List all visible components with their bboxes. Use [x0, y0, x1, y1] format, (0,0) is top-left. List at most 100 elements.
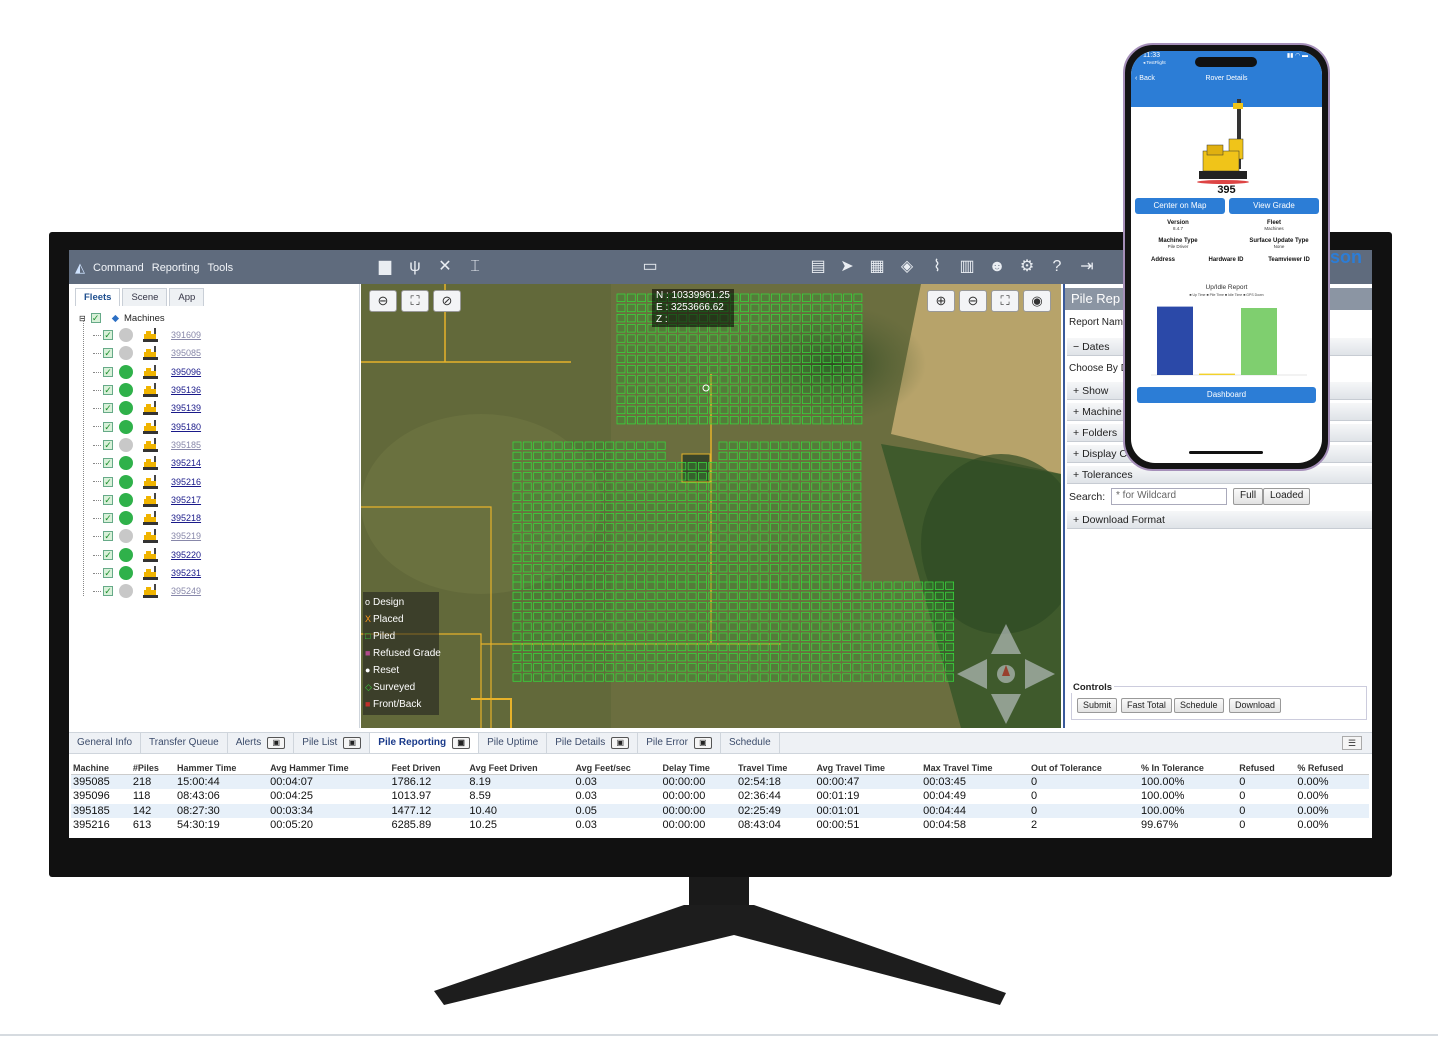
- machine-id-link[interactable]: 395220: [171, 550, 201, 560]
- menu-tools[interactable]: Tools: [207, 262, 233, 274]
- tree-machine-row[interactable]: ✓ 395214: [79, 454, 349, 472]
- tab-app[interactable]: App: [169, 288, 205, 306]
- machine-id-link[interactable]: 395096: [171, 367, 201, 377]
- machine-id-link[interactable]: 395139: [171, 403, 201, 413]
- zoom-out-circle-button[interactable]: ⊖: [369, 290, 397, 312]
- machine-id-link[interactable]: 395214: [171, 458, 201, 468]
- tab-pile-list[interactable]: Pile List ▣: [294, 733, 371, 753]
- view-grade-button[interactable]: View Grade: [1229, 198, 1319, 214]
- tab-scene[interactable]: Scene: [122, 288, 168, 306]
- machine-id-link[interactable]: 395136: [171, 385, 201, 395]
- tree-machine-row[interactable]: ✓ 395216: [79, 472, 349, 490]
- popout-icon[interactable]: ▣: [267, 737, 286, 749]
- send-icon[interactable]: ➤: [836, 256, 858, 278]
- root-checkbox[interactable]: ✓: [90, 313, 101, 323]
- machine-checkbox[interactable]: ✓: [103, 458, 113, 469]
- machine-checkbox[interactable]: ✓: [103, 403, 113, 414]
- machine-id-link[interactable]: 395085: [171, 348, 201, 358]
- tab-transfer-queue[interactable]: Transfer Queue: [141, 733, 228, 753]
- tab-pile-details[interactable]: Pile Details ▣: [547, 733, 639, 753]
- fast-total-button[interactable]: Fast Total: [1121, 698, 1172, 713]
- tree-machine-row[interactable]: ✓ 395219: [79, 527, 349, 545]
- column-header[interactable]: Avg Travel Time: [814, 762, 922, 775]
- menu-command[interactable]: Command: [93, 262, 144, 274]
- table-row[interactable]: 395085 218 15:00:44 00:04:07 1786.12 8.19 0.03…: [71, 774, 1369, 789]
- dashboard-button[interactable]: Dashboard: [1137, 387, 1316, 403]
- column-header[interactable]: Avg Feet/sec: [573, 762, 661, 775]
- users-icon[interactable]: ☻: [986, 256, 1008, 278]
- tab-general-info[interactable]: General Info: [69, 733, 142, 753]
- gear-icon[interactable]: ⚙: [1016, 256, 1038, 278]
- column-header[interactable]: Hammer Time: [174, 762, 269, 775]
- column-header[interactable]: % In Tolerance: [1139, 762, 1238, 775]
- machine-id-link[interactable]: 395249: [171, 586, 201, 596]
- tree-machine-row[interactable]: ✓ 391609: [79, 326, 349, 344]
- table-row[interactable]: 395185 142 08:27:30 00:03:34 1477.12 10.40 0.0…: [71, 803, 1369, 818]
- tab-pile-uptime[interactable]: Pile Uptime: [479, 733, 548, 753]
- zoom-in-button[interactable]: ⊕: [927, 290, 955, 312]
- machine-checkbox[interactable]: ✓: [103, 513, 113, 524]
- tab-schedule[interactable]: Schedule: [721, 733, 780, 753]
- tree-machine-row[interactable]: ✓ 395249: [79, 582, 349, 600]
- column-header[interactable]: % Refused: [1295, 762, 1369, 775]
- tab-pile-reporting[interactable]: Pile Reporting ▣: [370, 733, 480, 753]
- machine-checkbox[interactable]: ✓: [103, 348, 113, 359]
- machine-checkbox[interactable]: ✓: [103, 586, 113, 597]
- help-icon[interactable]: ?: [1046, 256, 1068, 278]
- search-input[interactable]: * for Wildcard: [1111, 488, 1227, 505]
- tree-machine-row[interactable]: ✓ 395136: [79, 381, 349, 399]
- section-download-format[interactable]: + Download Format: [1067, 511, 1372, 529]
- machine-checkbox[interactable]: ✓: [103, 439, 113, 450]
- loaded-button[interactable]: Loaded: [1263, 488, 1311, 505]
- table-row[interactable]: 395216 613 54:30:19 00:05:20 6285.89 10.25 0.0…: [71, 818, 1369, 833]
- column-header[interactable]: Delay Time: [660, 762, 737, 775]
- machine-id-link[interactable]: 395219: [171, 531, 201, 541]
- usb-icon[interactable]: ψ: [404, 256, 426, 278]
- tree-machine-row[interactable]: ✓ 395085: [79, 344, 349, 362]
- schedule-button[interactable]: Schedule: [1174, 698, 1224, 713]
- tree-machine-row[interactable]: ✓ 395139: [79, 399, 349, 417]
- fullscreen-button[interactable]: ⛶: [401, 290, 429, 312]
- machine-checkbox[interactable]: ✓: [103, 385, 113, 396]
- machine-id-link[interactable]: 391609: [171, 330, 201, 340]
- machine-checkbox[interactable]: ✓: [103, 330, 113, 341]
- machine-checkbox[interactable]: ✓: [103, 421, 113, 432]
- list-menu-icon[interactable]: ☰: [1342, 736, 1362, 750]
- machine-id-link[interactable]: 395185: [171, 440, 201, 450]
- machine-checkbox[interactable]: ✓: [103, 476, 113, 487]
- column-header[interactable]: Travel Time: [736, 762, 815, 775]
- machine-id-link[interactable]: 395216: [171, 477, 201, 487]
- submit-button[interactable]: Submit: [1077, 698, 1118, 713]
- machine-checkbox[interactable]: ✓: [103, 531, 113, 542]
- layers-icon[interactable]: ◈: [896, 256, 918, 278]
- hide-layer-button[interactable]: ⊘: [433, 290, 461, 312]
- machine-checkbox[interactable]: ✓: [103, 494, 113, 505]
- tree-machine-row[interactable]: ✓ 395096: [79, 363, 349, 381]
- phone-back-button[interactable]: ‹ Back: [1135, 75, 1155, 82]
- column-header[interactable]: Avg Hammer Time: [268, 762, 390, 775]
- download-button[interactable]: Download: [1229, 698, 1282, 713]
- site-map[interactable]: N : 10339961.25 E : 3253666.62 Z : ⊖ ⛶ ⊘…: [361, 284, 1061, 728]
- machine-off-icon[interactable]: ✕: [434, 256, 456, 278]
- column-header[interactable]: Out of Tolerance: [1029, 762, 1140, 775]
- bar-chart-icon[interactable]: ▥: [956, 256, 978, 278]
- popout-icon[interactable]: ▣: [452, 737, 471, 749]
- machine-id-link[interactable]: 395180: [171, 422, 201, 432]
- tab-fleets[interactable]: Fleets: [75, 288, 121, 306]
- tree-machine-row[interactable]: ✓ 395220: [79, 546, 349, 564]
- logout-icon[interactable]: ⇥: [1076, 256, 1098, 278]
- camera-button[interactable]: ◉: [1023, 290, 1051, 312]
- folder-icon[interactable]: ▆: [374, 256, 396, 278]
- tab-pile-error[interactable]: Pile Error ▣: [638, 733, 721, 753]
- table-row[interactable]: 395096 118 08:43:06 00:04:25 1013.97 8.59 0.03…: [71, 789, 1369, 804]
- laptop-icon[interactable]: ▭: [639, 256, 661, 278]
- map-canvas[interactable]: [361, 284, 1061, 728]
- popout-icon[interactable]: ▣: [611, 737, 630, 749]
- machine-checkbox[interactable]: ✓: [103, 549, 113, 560]
- full-button[interactable]: Full: [1233, 488, 1264, 505]
- popout-icon[interactable]: ▣: [343, 737, 362, 749]
- tree-machine-row[interactable]: ✓ 395180: [79, 417, 349, 435]
- center-on-map-button[interactable]: Center on Map: [1135, 198, 1225, 214]
- machine-checkbox[interactable]: ✓: [103, 568, 113, 578]
- menu-reporting[interactable]: Reporting: [152, 262, 200, 274]
